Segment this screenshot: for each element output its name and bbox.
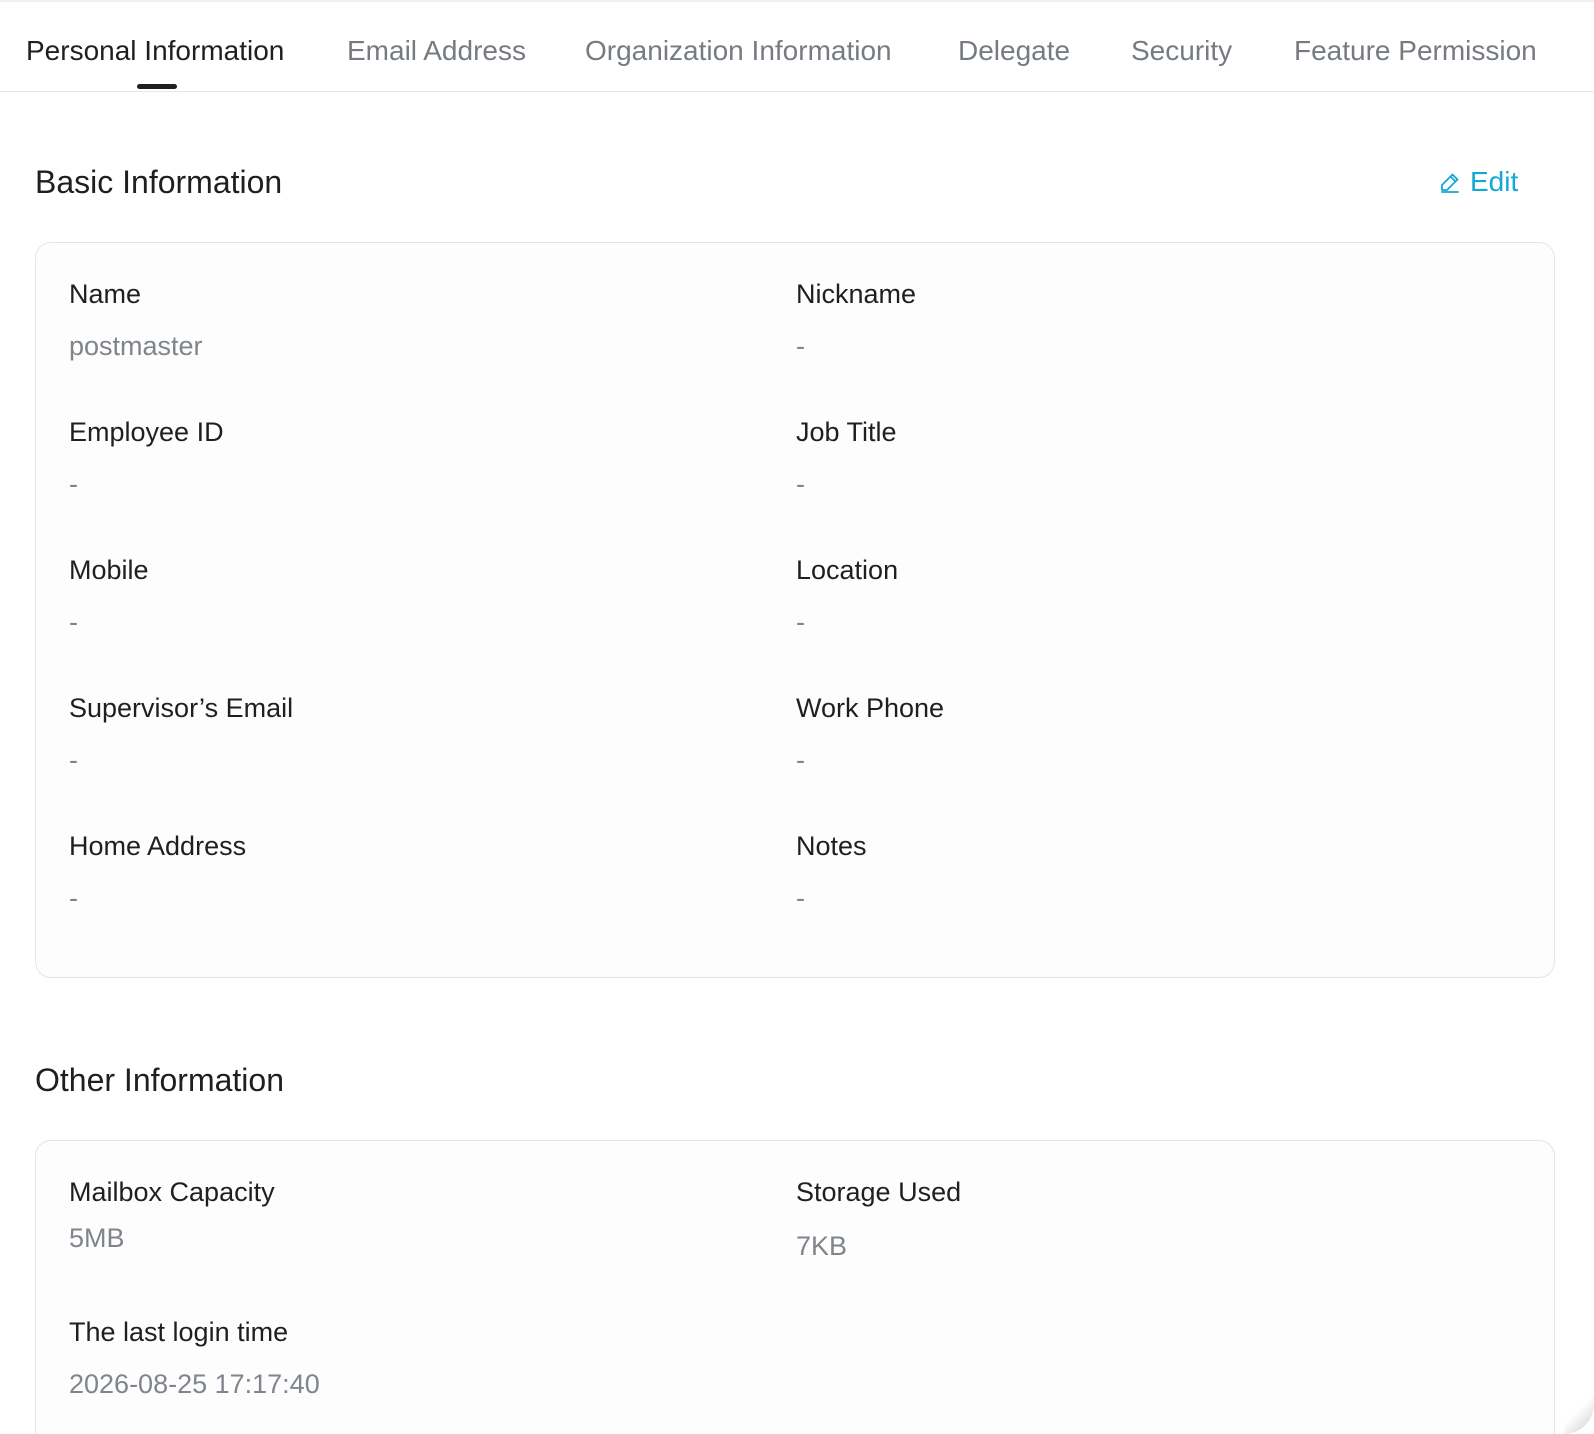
last-login-label: The last login time [69, 1317, 289, 1347]
nickname-label: Nickname [796, 279, 917, 309]
basic-information-card: Name postmaster Nickname - Employee ID -… [35, 242, 1555, 978]
last-login-value: 2026-08-25 17:17:40 [69, 1369, 320, 1399]
profile-page: Personal Information Email Address Organ… [0, 0, 1594, 1434]
supervisor-email-label: Supervisor’s Email [69, 693, 294, 723]
storage-used-value: 7KB [796, 1231, 848, 1261]
tab-delegate[interactable]: Delegate [958, 34, 1070, 68]
nickname-value: - [796, 331, 805, 361]
window-corner [1564, 1374, 1594, 1434]
location-value: - [796, 607, 805, 637]
storage-used-label: Storage Used [796, 1177, 962, 1207]
notes-value: - [796, 883, 805, 913]
active-tab-indicator [137, 84, 177, 89]
basic-information-title: Basic Information [35, 164, 283, 200]
tab-bar: Personal Information Email Address Organ… [0, 2, 1594, 92]
home-address-label: Home Address [69, 831, 247, 861]
employee-id-label: Employee ID [69, 417, 224, 447]
tab-organization-information[interactable]: Organization Information [585, 34, 892, 68]
tab-email-address[interactable]: Email Address [347, 34, 526, 68]
mailbox-capacity-label: Mailbox Capacity [69, 1177, 275, 1207]
tab-feature-permission[interactable]: Feature Permission [1294, 34, 1537, 68]
location-label: Location [796, 555, 899, 585]
name-label: Name [69, 279, 142, 309]
home-address-value: - [69, 883, 78, 913]
mailbox-capacity-value: 5MB [69, 1223, 125, 1253]
work-phone-label: Work Phone [796, 693, 945, 723]
employee-id-value: - [69, 469, 78, 499]
supervisor-email-value: - [69, 745, 78, 775]
pencil-icon [1438, 170, 1462, 194]
mobile-label: Mobile [69, 555, 149, 585]
job-title-value: - [796, 469, 805, 499]
job-title-label: Job Title [796, 417, 897, 447]
edit-button[interactable]: Edit [1438, 162, 1518, 202]
notes-label: Notes [796, 831, 867, 861]
other-information-title: Other Information [35, 1062, 284, 1098]
mobile-value: - [69, 607, 78, 637]
edit-label: Edit [1470, 166, 1519, 197]
tab-personal-information[interactable]: Personal Information [26, 34, 284, 68]
tab-security[interactable]: Security [1131, 34, 1232, 68]
name-value: postmaster [69, 331, 203, 361]
work-phone-value: - [796, 745, 805, 775]
other-information-card: Mailbox Capacity 5MB Storage Used 7KB Th… [35, 1140, 1555, 1434]
